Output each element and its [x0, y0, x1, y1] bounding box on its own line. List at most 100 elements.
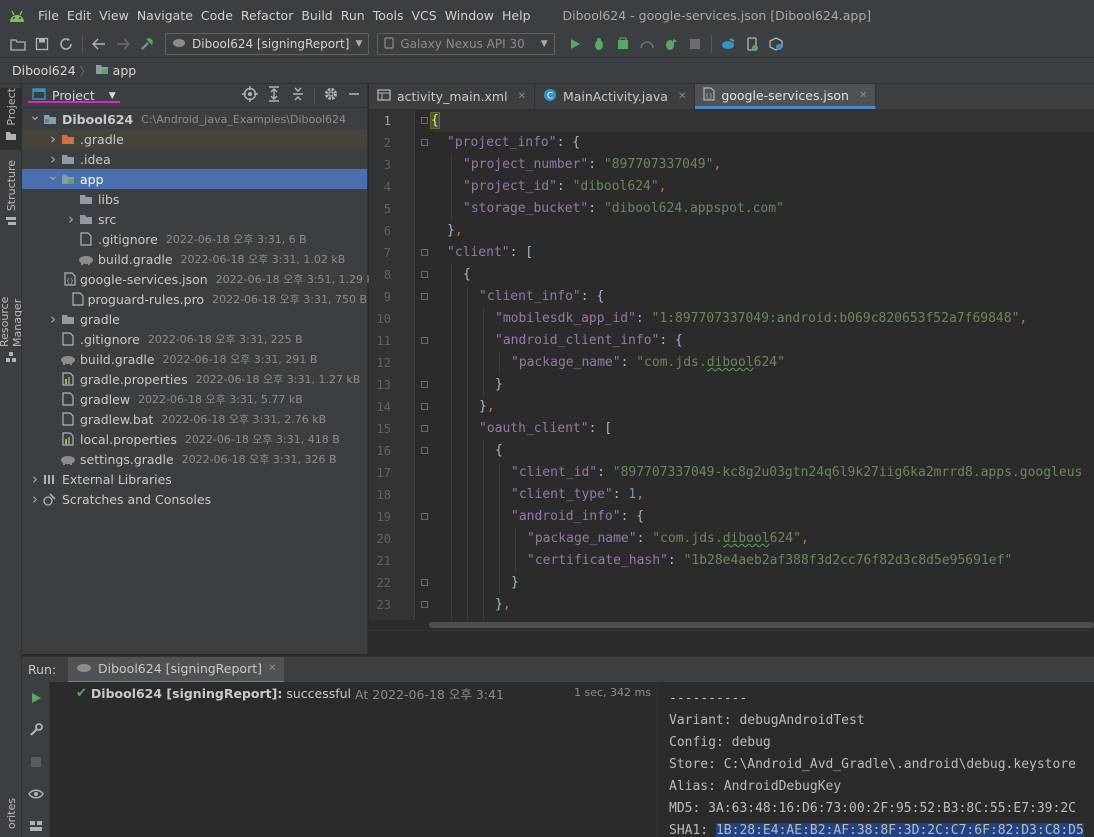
chevron-down-icon[interactable]: ⌄ [28, 108, 42, 124]
chevron-right-icon[interactable]: › [28, 490, 42, 508]
tree-item[interactable]: › .gradle [22, 129, 367, 149]
stop-icon[interactable] [683, 33, 707, 55]
menu-edit[interactable]: Edit [63, 0, 95, 31]
sha1-value-selected[interactable]: 1B:28:E4:AE:B2:AF:38:8F:3D:2C:C7:6F:82:D… [715, 823, 1084, 837]
editor-tab-activity-main[interactable]: activity_main.xml ✕ [369, 84, 535, 109]
device-manager-icon[interactable] [740, 33, 764, 55]
menu-view[interactable]: View [95, 0, 133, 31]
tree-item[interactable]: › src [22, 209, 367, 229]
tool-tab-favorites[interactable]: orites [0, 798, 22, 837]
tree-item[interactable]: {} google-services.json 2022-06-18 오후 3:51… [22, 269, 380, 289]
chevron-down-icon[interactable]: ⌄ [46, 168, 60, 184]
fold-marker-icon[interactable] [421, 139, 428, 146]
tool-tab-resource-manager[interactable]: Resource Manager [0, 246, 24, 366]
menu-file[interactable]: File [34, 0, 63, 31]
tree-item[interactable]: settings.gradle 2022-06-18 오후 3:31, 326 B [22, 449, 367, 469]
apply-changes-icon[interactable] [635, 33, 659, 55]
tree-item[interactable]: build.gradle 2022-06-18 오후 3:31, 1.02 kB [22, 249, 367, 269]
open-folder-icon[interactable] [6, 33, 30, 55]
code-editor[interactable]: 123456789101112131415161718192021222324 … [369, 110, 1094, 630]
menu-navigate[interactable]: Navigate [133, 0, 197, 31]
chevron-right-icon[interactable]: › [46, 310, 60, 328]
menu-vcs[interactable]: VCS [408, 0, 441, 31]
run-play-icon[interactable] [563, 33, 587, 55]
tree-item[interactable]: libs [22, 189, 367, 209]
fold-marker-icon[interactable] [421, 403, 428, 410]
menu-tools[interactable]: Tools [369, 0, 408, 31]
fold-marker-icon[interactable] [421, 601, 428, 608]
tree-item[interactable]: › Scratches and Consoles [22, 489, 367, 509]
editor-tab-google-services[interactable]: {} google-services.json ✕ [695, 84, 877, 109]
tool-tab-project[interactable]: Project [0, 88, 22, 150]
chevron-right-icon[interactable]: › [46, 150, 60, 168]
menu-window[interactable]: Window [441, 0, 498, 31]
make-project-hammer-icon[interactable] [135, 33, 159, 55]
chevron-right-icon[interactable]: › [46, 130, 60, 148]
fold-marker-icon[interactable] [421, 117, 428, 124]
wrench-icon[interactable] [22, 714, 50, 746]
apply-code-changes-icon[interactable] [659, 33, 683, 55]
close-icon[interactable]: ✕ [678, 91, 686, 102]
run-tab[interactable]: Dibool624 [signingReport] ✕ [68, 656, 285, 683]
tree-item[interactable]: ⌄ app [22, 168, 367, 189]
tree-item[interactable]: build.gradle 2022-06-18 오후 3:31, 291 B [22, 349, 367, 369]
tree-item[interactable]: › gradle [22, 309, 367, 329]
fold-marker-icon[interactable] [421, 337, 428, 344]
build-result-row[interactable]: ✔ Dibool624 [signingReport]: successful … [76, 684, 504, 703]
breadcrumb-project[interactable]: Dibool624 [12, 63, 76, 78]
stop-icon[interactable] [22, 746, 50, 778]
fold-marker-icon[interactable] [421, 579, 428, 586]
chevron-right-icon[interactable]: › [64, 210, 78, 228]
close-icon[interactable]: ✕ [518, 91, 526, 102]
eye-icon[interactable] [22, 778, 50, 810]
tree-item[interactable]: gradle.properties 2022-06-18 오후 3:31, 1.2… [22, 369, 367, 389]
expand-all-icon[interactable] [266, 86, 282, 105]
fold-marker-icon[interactable] [421, 513, 428, 520]
locate-target-icon[interactable] [242, 86, 258, 105]
fold-marker-icon[interactable] [421, 447, 428, 454]
tool-tab-structure[interactable]: Structure [0, 160, 22, 228]
chevron-right-icon[interactable]: › [28, 470, 42, 488]
tree-item[interactable]: gradlew.bat 2022-06-18 오후 3:31, 2.76 kB [22, 409, 367, 429]
fold-marker-icon[interactable] [421, 293, 428, 300]
tree-item[interactable]: local.properties 2022-06-18 오후 3:31, 418 … [22, 429, 367, 449]
fold-marker-icon[interactable] [421, 249, 428, 256]
tree-item[interactable]: › External Libraries [22, 469, 367, 489]
fold-marker-icon[interactable] [421, 271, 428, 278]
sync-gradle-icon[interactable] [716, 33, 740, 55]
rerun-play-icon[interactable] [22, 682, 50, 714]
collapse-all-icon[interactable] [290, 86, 306, 105]
menu-refactor[interactable]: Refactor [237, 0, 297, 31]
tree-item[interactable]: .gitignore 2022-06-18 오후 3:31, 225 B [22, 329, 367, 349]
minimize-icon[interactable] [347, 87, 361, 104]
device-select[interactable]: Galaxy Nexus API 30 ▼ [377, 33, 555, 55]
layout-icon[interactable] [22, 810, 50, 837]
run-configuration-select[interactable]: Dibool624 [signingReport] ▼ [165, 33, 370, 55]
tree-item[interactable]: ⌄ Dibool624 C:\Android_java_Examples\Diboo… [22, 108, 367, 129]
tree-item[interactable]: .gitignore 2022-06-18 오후 3:31, 6 B [22, 229, 367, 249]
close-icon[interactable]: ✕ [859, 90, 867, 101]
profile-icon[interactable] [611, 33, 635, 55]
tree-item[interactable]: gradlew 2022-06-18 오후 3:31, 5.77 kB [22, 389, 367, 409]
save-icon[interactable] [30, 33, 54, 55]
menu-help[interactable]: Help [498, 0, 535, 31]
tree-item[interactable]: › .idea [22, 149, 367, 169]
gear-icon[interactable] [323, 86, 339, 105]
sdk-manager-icon[interactable] [764, 33, 788, 55]
breadcrumb-module[interactable]: app [113, 63, 137, 78]
menu-run[interactable]: Run [337, 0, 369, 31]
tree-item[interactable]: proguard-rules.pro 2022-06-18 오후 3:31, 75… [22, 289, 367, 309]
debug-bug-icon[interactable] [587, 33, 611, 55]
close-icon[interactable]: ✕ [268, 663, 276, 674]
run-console-output[interactable]: ---------- Variant: debugAndroidTest Confi… [659, 682, 1094, 837]
editor-horizontal-scrollbar[interactable] [369, 620, 1094, 630]
back-arrow-icon[interactable] [87, 33, 111, 55]
forward-arrow-icon[interactable] [111, 33, 135, 55]
editor-tab-main-activity[interactable]: C MainActivity.java ✕ [535, 84, 696, 109]
scrollbar-thumb[interactable] [429, 622, 1094, 628]
sync-icon[interactable] [54, 33, 78, 55]
menu-code[interactable]: Code [197, 0, 237, 31]
fold-marker-icon[interactable] [421, 425, 428, 432]
menu-build[interactable]: Build [297, 0, 336, 31]
fold-marker-icon[interactable] [421, 381, 428, 388]
